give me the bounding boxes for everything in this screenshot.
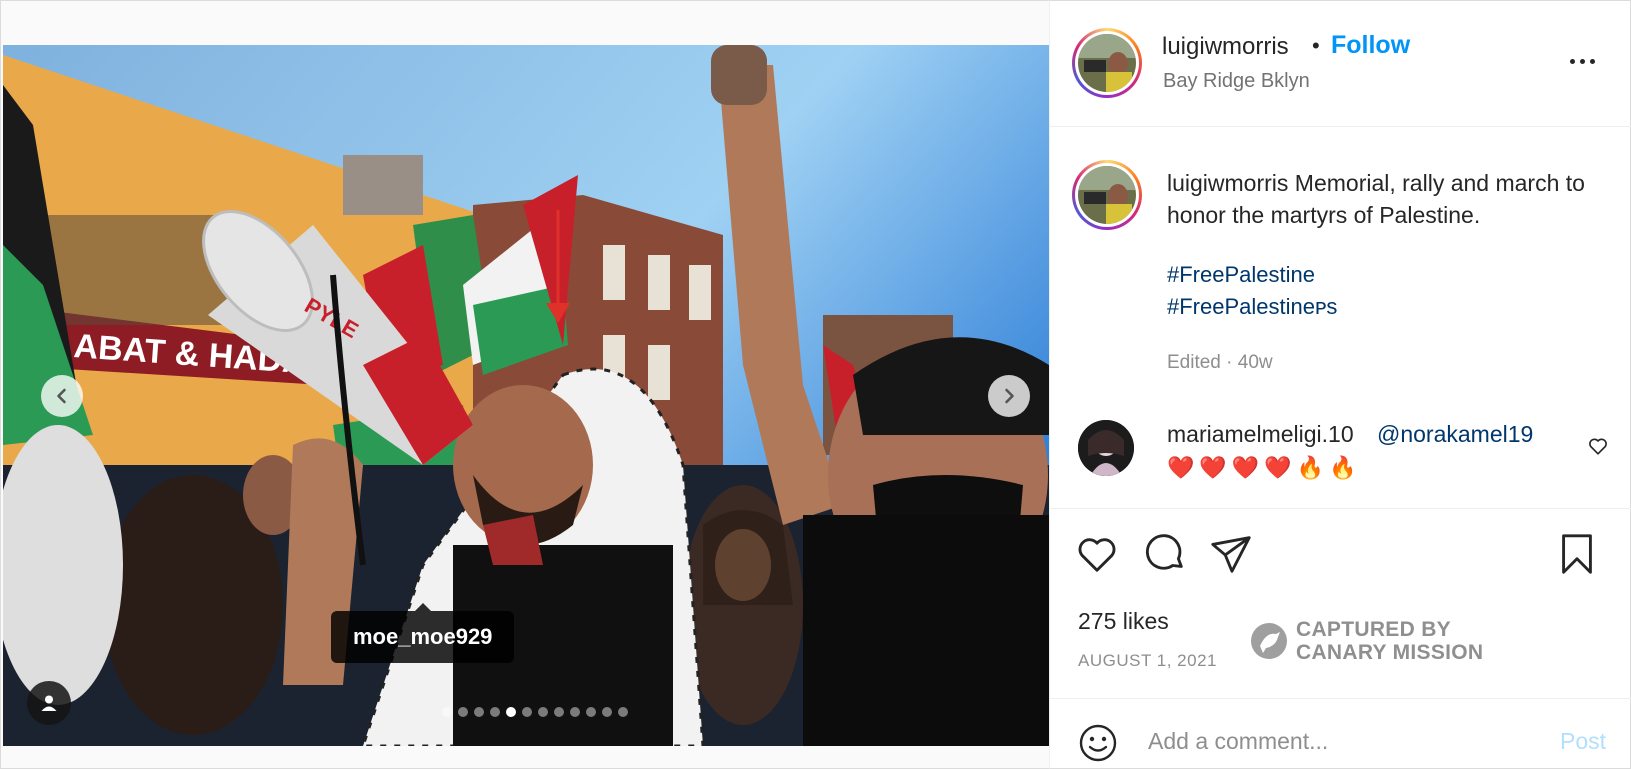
- caption-author-avatar[interactable]: [1072, 160, 1142, 230]
- hashtag-link[interactable]: #FreePalestine: [1167, 262, 1315, 288]
- red-heart-emoji: ❤️: [1199, 455, 1227, 480]
- carousel-dot: [506, 707, 516, 717]
- action-bar: [1050, 531, 1631, 579]
- post-caption: luigiwmorris Memorial, rally and march t…: [1167, 167, 1607, 231]
- watermark-line-2: CANARY MISSION: [1296, 641, 1484, 664]
- likes-count[interactable]: 275 likes: [1078, 608, 1169, 635]
- user-tag-icon: [41, 695, 57, 711]
- carousel-dot: [618, 707, 628, 717]
- author-avatar[interactable]: [1072, 28, 1142, 98]
- bookmark-icon[interactable]: [1554, 531, 1600, 577]
- share-icon[interactable]: [1208, 531, 1254, 577]
- commenter-username[interactable]: mariamelmeligi.10: [1167, 421, 1354, 448]
- post-header: luigiwmorris • Follow Bay Ridge Bklyn: [1050, 1, 1631, 127]
- previous-slide-button[interactable]: [41, 375, 83, 417]
- fire-emoji: 🔥: [1329, 455, 1357, 480]
- post-photo[interactable]: ABAT & HADA PYLE: [3, 45, 1049, 746]
- commenter-avatar[interactable]: [1078, 420, 1134, 476]
- more-options-button[interactable]: [1562, 51, 1602, 71]
- smiley-icon[interactable]: [1078, 723, 1118, 763]
- post-details-panel: luigiwmorris • Follow Bay Ridge Bklyn lu…: [1049, 0, 1631, 769]
- caption-username[interactable]: luigiwmorris: [1167, 170, 1288, 196]
- post-location[interactable]: Bay Ridge Bklyn: [1163, 70, 1310, 93]
- carousel-dot: [602, 707, 612, 717]
- red-heart-emoji: ❤️: [1231, 455, 1260, 480]
- edited-timestamp: Edited · 40w: [1167, 352, 1273, 373]
- hashtag-link[interactable]: #FreePalestineᴘs: [1167, 294, 1337, 320]
- author-username[interactable]: luigiwmorris: [1162, 33, 1289, 61]
- post-date: AUGUST 1, 2021: [1078, 651, 1217, 670]
- divider: [1050, 508, 1631, 509]
- carousel-dot: [458, 707, 468, 717]
- comment-icon[interactable]: [1142, 531, 1188, 577]
- separator-dot: •: [1312, 33, 1320, 58]
- carousel-dot: [474, 707, 484, 717]
- comment-text: ❤️ ❤️ ❤️ ❤️ 🔥 🔥: [1167, 455, 1356, 481]
- comment-input[interactable]: [1148, 728, 1528, 755]
- carousel-dot: [490, 707, 500, 717]
- follow-button[interactable]: Follow: [1331, 31, 1410, 60]
- carousel-dot: [538, 707, 548, 717]
- photo-user-tag[interactable]: moe_moe929: [331, 603, 515, 663]
- carousel-dot: [442, 707, 452, 717]
- chevron-right-icon: [1005, 388, 1014, 404]
- carousel-dot: [554, 707, 564, 717]
- comment-like-button[interactable]: [1587, 435, 1609, 457]
- carousel-indicator: [442, 707, 628, 717]
- add-comment-bar: Post: [1050, 706, 1631, 766]
- heart-icon[interactable]: [1074, 531, 1120, 577]
- next-slide-button[interactable]: [988, 375, 1030, 417]
- red-heart-emoji: ❤️: [1264, 455, 1292, 480]
- chevron-left-icon: [57, 388, 66, 404]
- carousel-dot: [570, 707, 580, 717]
- divider: [1050, 698, 1631, 699]
- watermark-line-1: CAPTURED BY: [1296, 618, 1451, 641]
- carousel-dot: [586, 707, 596, 717]
- watermark: CAPTURED BY CANARY MISSION: [1250, 618, 1483, 664]
- comment-mention[interactable]: @norakamel19: [1377, 421, 1533, 448]
- carousel-dot: [522, 707, 532, 717]
- fire-emoji: 🔥: [1296, 455, 1325, 480]
- canary-bird-icon: [1251, 623, 1287, 659]
- red-heart-emoji: ❤️: [1167, 455, 1195, 480]
- show-tags-button[interactable]: [27, 681, 71, 725]
- more-horizontal-icon: [1569, 58, 1575, 64]
- post-media-area: ABAT & HADA PYLE moe_moe929: [0, 0, 1049, 769]
- post-comment-button[interactable]: Post: [1560, 728, 1606, 755]
